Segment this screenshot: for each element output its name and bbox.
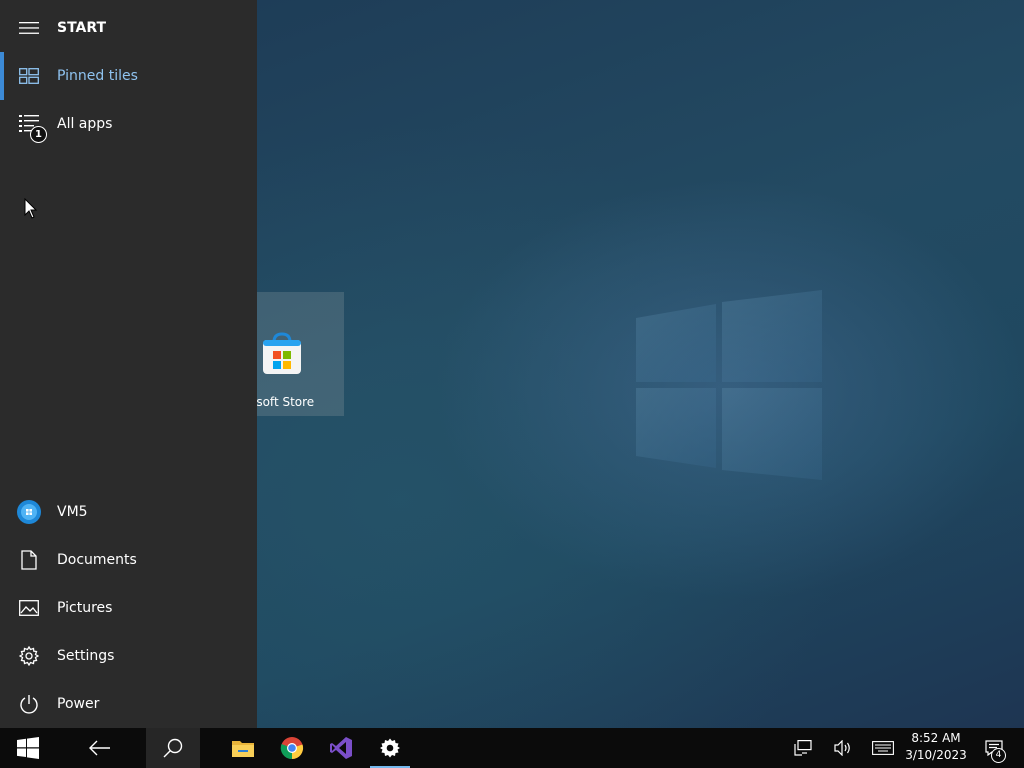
taskbar: 8:52 AM 3/10/2023 bbox=[0, 728, 1024, 768]
menu-item-label: Pictures bbox=[57, 600, 113, 616]
menu-item-power[interactable]: Power bbox=[0, 680, 257, 728]
menu-item-label: All apps bbox=[57, 116, 113, 132]
pictures-icon bbox=[17, 596, 41, 620]
all-apps-count-badge: 1 bbox=[30, 126, 47, 143]
menu-item-user-vm5[interactable]: VM5 bbox=[0, 488, 257, 536]
tile-microsoft-store[interactable]: osoft Store bbox=[257, 292, 344, 416]
menu-item-pinned-tiles[interactable]: Pinned tiles bbox=[0, 52, 257, 100]
pinned-tiles-icon bbox=[17, 64, 41, 88]
windows-logo-icon bbox=[17, 737, 39, 759]
search-icon bbox=[163, 738, 183, 758]
taskbar-app-settings[interactable] bbox=[366, 728, 414, 768]
chrome-icon bbox=[280, 737, 304, 760]
start-button[interactable] bbox=[4, 728, 52, 768]
start-header[interactable]: START bbox=[0, 4, 257, 52]
menu-item-label: Power bbox=[57, 696, 100, 712]
system-clock[interactable]: 8:52 AM 3/10/2023 bbox=[904, 730, 968, 766]
visual-studio-icon bbox=[330, 737, 352, 759]
mouse-cursor-icon bbox=[24, 198, 38, 219]
start-title: START bbox=[57, 20, 107, 36]
user-avatar-icon bbox=[17, 500, 41, 524]
hamburger-menu-icon[interactable] bbox=[17, 16, 41, 40]
start-menu-rail: START Pinned tiles All apps 1 VM5 Docume… bbox=[0, 0, 257, 728]
file-explorer-icon bbox=[232, 741, 254, 757]
taskbar-app-chrome[interactable] bbox=[268, 728, 316, 768]
settings-gear-icon bbox=[380, 738, 400, 758]
menu-item-label: Pinned tiles bbox=[57, 68, 138, 84]
tile-label: osoft Store bbox=[257, 395, 315, 409]
menu-item-label: Documents bbox=[57, 552, 137, 568]
keyboard-icon bbox=[872, 741, 894, 755]
microsoft-store-icon bbox=[263, 332, 301, 374]
clock-date: 3/10/2023 bbox=[905, 748, 967, 762]
speaker-icon bbox=[834, 740, 850, 756]
gear-icon bbox=[17, 644, 41, 668]
keyboard-tray-button[interactable] bbox=[860, 728, 906, 768]
back-arrow-icon bbox=[89, 740, 110, 756]
power-icon bbox=[17, 692, 41, 716]
windows-wallpaper-logo bbox=[636, 290, 824, 480]
menu-item-label: VM5 bbox=[57, 504, 88, 520]
search-button[interactable] bbox=[146, 728, 200, 768]
taskbar-app-visual-studio[interactable] bbox=[317, 728, 365, 768]
back-button[interactable] bbox=[76, 728, 124, 768]
menu-item-label: Settings bbox=[57, 648, 115, 664]
notification-count-badge: 4 bbox=[991, 748, 1006, 763]
menu-item-settings[interactable]: Settings bbox=[0, 632, 257, 680]
network-icon bbox=[794, 740, 812, 756]
clock-time: 8:52 AM bbox=[911, 731, 961, 745]
taskbar-app-file-explorer[interactable] bbox=[219, 728, 267, 768]
menu-item-documents[interactable]: Documents bbox=[0, 536, 257, 584]
document-icon bbox=[17, 548, 41, 572]
menu-item-pictures[interactable]: Pictures bbox=[0, 584, 257, 632]
